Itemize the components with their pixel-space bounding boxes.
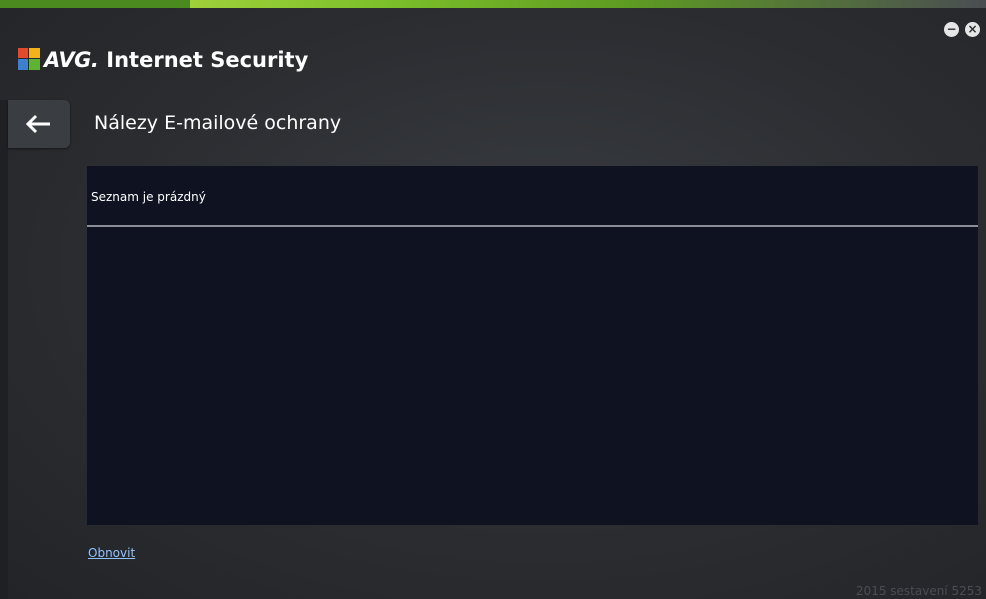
accent-segment-right [190, 0, 986, 8]
refresh-link[interactable]: Obnovit [88, 546, 135, 560]
app-product-name: Internet Security [106, 48, 309, 72]
close-icon[interactable]: × [965, 22, 980, 37]
results-list[interactable]: Seznam je prázdný [87, 166, 978, 525]
app-window: AVG. Internet Security − × Nálezy E-mailo… [0, 0, 986, 599]
empty-list-message: Seznam je prázdný [91, 190, 206, 204]
arrow-left-icon [26, 114, 50, 134]
window-controls: − × [944, 22, 980, 37]
top-accent-bar [0, 0, 986, 8]
app-brand: AVG. [44, 48, 99, 72]
accent-segment-left [0, 0, 190, 8]
list-header: Seznam je prázdný [87, 166, 978, 227]
page-title: Nálezy E-mailové ochrany [94, 112, 342, 134]
build-info: 2015 sestavení 5253 [855, 584, 982, 598]
back-button[interactable] [8, 100, 70, 148]
app-title: AVG. Internet Security [44, 46, 308, 74]
avg-logo-icon [18, 48, 40, 70]
minimize-icon[interactable]: − [944, 22, 959, 37]
left-side-strip [0, 100, 8, 599]
